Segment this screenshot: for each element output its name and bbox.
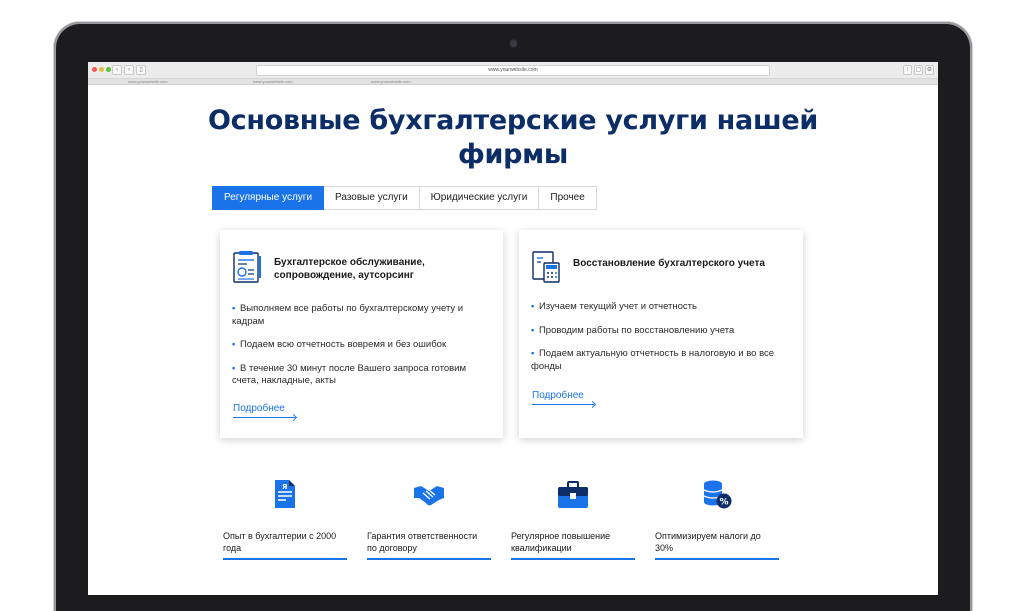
- card-item-list: • Выполняем все работы по бухгалтерскому…: [232, 303, 489, 399]
- maximize-window-button[interactable]: [106, 67, 111, 72]
- feature-text: Опыт в бухгалтерии с 2000 года: [223, 530, 347, 554]
- feature-text-line: по договору: [367, 543, 417, 553]
- browser-actions: ↑ ▢ ⚙: [903, 65, 934, 75]
- feature-text-line: 30%: [655, 543, 674, 553]
- svg-text:%: %: [720, 498, 729, 508]
- browser-tab[interactable]: www.yourwebsite.com: [128, 79, 168, 85]
- list-item: • Подаем актуальную отчетность в налогов…: [531, 348, 789, 373]
- list-item: • Выполняем все работы по бухгалтерскому…: [232, 303, 489, 328]
- feature-text: Оптимизируем налоги до 30%: [655, 530, 779, 554]
- bullet-icon: •: [531, 348, 535, 359]
- tab-other[interactable]: Прочее: [539, 186, 597, 210]
- feature-text-line: Оптимизируем налоги до: [655, 531, 761, 541]
- feature-text-line: года: [223, 543, 242, 553]
- list-item-text: В течение 30 минут после Вашего запроса …: [232, 362, 467, 387]
- close-window-button[interactable]: [92, 67, 97, 72]
- bullet-icon: •: [232, 362, 236, 374]
- browser-tab[interactable]: www.yourwebsite.com: [253, 79, 293, 85]
- more-link[interactable]: Подробнее: [233, 403, 285, 415]
- tab-one-time-services[interactable]: Разовые услуги: [324, 186, 420, 210]
- card-title-line: Бухгалтерское обслуживание,: [274, 257, 425, 268]
- bullet-icon: •: [531, 324, 535, 336]
- features-row: Я Опыт в бухгалтерии с 2000 года Гаранти…: [88, 478, 938, 588]
- feature-text: Регулярное повышение квалификации: [511, 530, 635, 554]
- list-item: • В течение 30 минут после Вашего запрос…: [232, 363, 489, 388]
- feature-text-line: Регулярное повышение: [511, 531, 611, 541]
- window-controls: [92, 67, 111, 72]
- feature-text: Гарантия ответственности по договору: [367, 530, 491, 554]
- feature-underline: [367, 558, 491, 560]
- arrow-right-icon: [532, 404, 594, 405]
- feature-underline: [223, 558, 347, 560]
- card-title: Бухгалтерское обслуживание, сопровождени…: [274, 256, 425, 282]
- laptop-screen: ‹ › ▯ www.yourwebsite.com ↑ ▢ ⚙ www.your…: [88, 62, 938, 595]
- minimize-window-button[interactable]: [99, 67, 104, 72]
- list-item-text: Подаем актуальную отчетность в налоговую…: [531, 348, 775, 372]
- list-item: • Изучаем текущий учет и отчетность: [531, 301, 789, 314]
- sidebar-icon[interactable]: ▯: [136, 65, 146, 75]
- card-item-list: • Изучаем текущий учет и отчетность • Пр…: [531, 301, 789, 384]
- settings-icon[interactable]: ⚙: [925, 65, 934, 75]
- browser-nav: ‹ › ▯: [112, 65, 146, 75]
- bullet-icon: •: [232, 303, 236, 314]
- service-card-restoration: Восстановление бухгалтерского учета • Из…: [519, 230, 803, 438]
- list-item-text: Изучаем текущий учет и отчетность: [538, 301, 697, 312]
- coins-percent-icon: %: [703, 480, 732, 509]
- feature-text-line: Гарантия ответственности: [367, 531, 478, 541]
- list-item-text: Выполняем все работы по бухгалтерскому у…: [232, 303, 464, 327]
- briefcase-icon: [558, 481, 588, 508]
- bullet-icon: •: [531, 301, 535, 312]
- list-item-text: Проводим работы по восстановлению учета: [538, 324, 735, 336]
- page-title-line: фирмы: [457, 139, 569, 170]
- tab-regular-services[interactable]: Регулярные услуги: [212, 186, 325, 210]
- back-button[interactable]: ‹: [112, 65, 122, 75]
- list-item: • Проводим работы по восстановлению учет…: [531, 325, 789, 338]
- address-bar[interactable]: www.yourwebsite.com: [256, 65, 770, 76]
- list-item-text: Подаем всю отчетность вовремя и без ошиб…: [239, 339, 447, 350]
- accounting-document-icon: [233, 251, 261, 283]
- page-title: Основные бухгалтерские услуги нашей фирм…: [88, 104, 938, 172]
- feature-text-line: Опыт в бухгалтерии с 2000: [223, 531, 337, 541]
- laptop-frame: ‹ › ▯ www.yourwebsite.com ↑ ▢ ⚙ www.your…: [54, 22, 972, 611]
- camera-dot: [510, 40, 517, 47]
- feature-underline: [511, 558, 635, 560]
- page-title-line: Основные бухгалтерские услуги нашей: [208, 105, 818, 136]
- list-item: • Подаем всю отчетность вовремя и без ош…: [232, 339, 489, 352]
- card-title-line: сопровождение, аутсорсинг: [274, 270, 414, 281]
- browser-tab[interactable]: www.yourwebsite.com: [371, 79, 411, 85]
- service-tabs: Регулярные услуги Разовые услуги Юридиче…: [212, 186, 597, 210]
- browser-toolbar: ‹ › ▯ www.yourwebsite.com ↑ ▢ ⚙: [88, 62, 938, 79]
- share-icon[interactable]: ↑: [903, 65, 912, 75]
- more-link[interactable]: Подробнее: [532, 390, 584, 402]
- bullet-icon: •: [232, 339, 236, 350]
- browser-tab-bar: www.yourwebsite.com www.yourwebsite.com …: [88, 79, 938, 85]
- svg-text:Я: Я: [282, 483, 287, 491]
- tabs-icon[interactable]: ▢: [914, 65, 923, 75]
- calculator-document-icon: [532, 251, 560, 283]
- tab-legal-services[interactable]: Юридические услуги: [419, 186, 540, 210]
- arrow-right-icon: [233, 417, 295, 418]
- feature-text-line: квалификации: [511, 543, 572, 553]
- feature-underline: [655, 558, 779, 560]
- card-title: Восстановление бухгалтерского учета: [573, 258, 765, 269]
- certificate-document-icon: Я: [275, 480, 295, 508]
- forward-button[interactable]: ›: [124, 65, 134, 75]
- service-card-accounting: Бухгалтерское обслуживание, сопровождени…: [220, 230, 503, 438]
- handshake-icon: [414, 486, 444, 506]
